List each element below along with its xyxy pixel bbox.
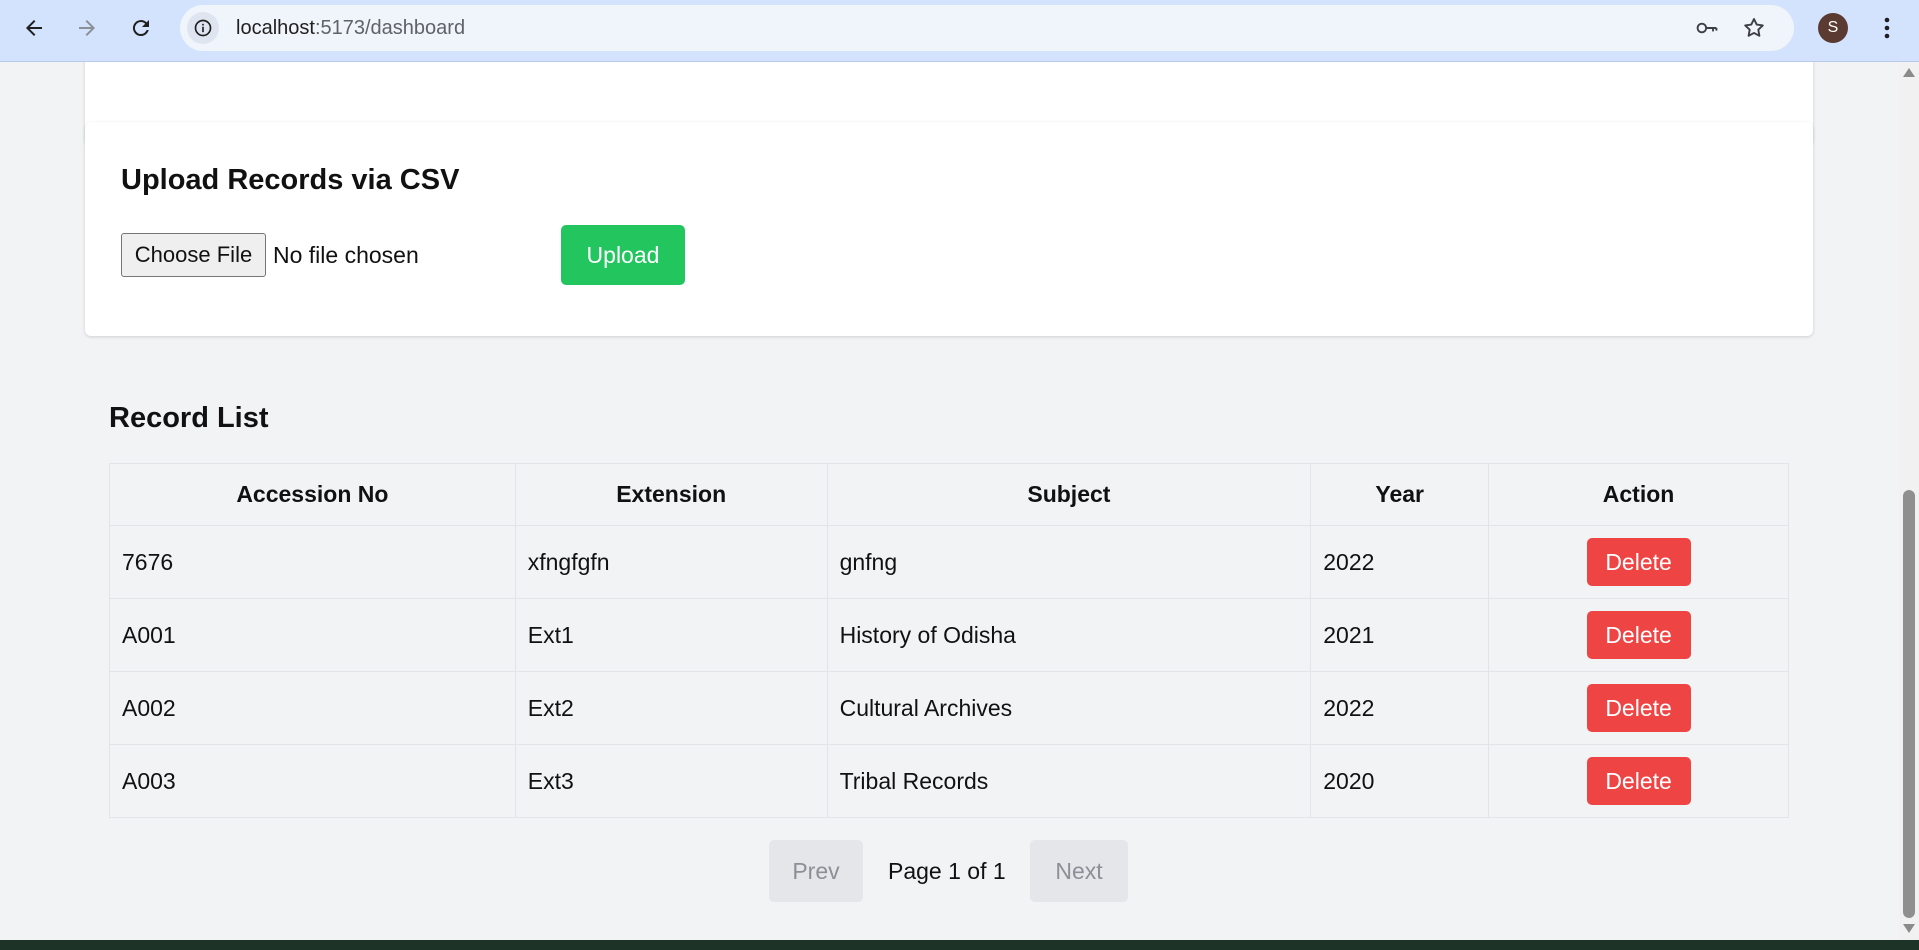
page-viewport: Upload Records via CSV Choose File No fi… bbox=[0, 62, 1899, 940]
column-header-year: Year bbox=[1310, 463, 1490, 526]
key-icon bbox=[1696, 22, 1718, 34]
column-header-accession: Accession No bbox=[109, 463, 516, 526]
table-row: A003 Ext3 Tribal Records 2020 Delete bbox=[109, 744, 1789, 818]
scroll-thumb[interactable] bbox=[1903, 490, 1915, 918]
scroll-up-arrow-icon[interactable] bbox=[1903, 68, 1915, 77]
column-header-subject: Subject bbox=[826, 463, 1312, 526]
cell-year: 2021 bbox=[1310, 598, 1490, 672]
back-button[interactable] bbox=[14, 8, 54, 48]
prev-page-button[interactable]: Prev bbox=[769, 840, 863, 902]
reload-button[interactable] bbox=[121, 8, 161, 48]
table-row: A001 Ext1 History of Odisha 2021 Delete bbox=[109, 598, 1789, 672]
profile-avatar[interactable]: S bbox=[1818, 13, 1848, 43]
cell-extension: Ext2 bbox=[514, 671, 828, 745]
cell-extension: Ext1 bbox=[514, 598, 828, 672]
table-row: 7676 xfngfgfn gnfng 2022 Delete bbox=[109, 525, 1789, 599]
page-info-text: Page 1 of 1 bbox=[888, 858, 1006, 884]
taskbar-edge bbox=[0, 940, 1919, 950]
kebab-menu-icon bbox=[1884, 17, 1890, 39]
column-header-action: Action bbox=[1488, 463, 1789, 526]
url-host: localhost bbox=[236, 17, 315, 39]
upload-title: Upload Records via CSV bbox=[121, 164, 460, 196]
file-status-text: No file chosen bbox=[273, 242, 419, 268]
upload-button[interactable]: Upload bbox=[561, 225, 685, 285]
cell-accession: A003 bbox=[109, 744, 516, 818]
cell-subject: gnfng bbox=[826, 525, 1312, 599]
column-header-extension: Extension bbox=[514, 463, 828, 526]
delete-button[interactable]: Delete bbox=[1586, 538, 1691, 586]
table-header-row: Accession No Extension Subject Year Acti… bbox=[109, 463, 1789, 526]
next-page-button[interactable]: Next bbox=[1030, 840, 1128, 902]
cell-extension: xfngfgfn bbox=[514, 525, 828, 599]
cell-subject: History of Odisha bbox=[826, 598, 1312, 672]
site-info-button[interactable] bbox=[187, 12, 219, 44]
password-key-button[interactable] bbox=[1695, 16, 1719, 40]
choose-file-button[interactable]: Choose File bbox=[121, 233, 266, 277]
arrow-left-icon bbox=[26, 20, 42, 36]
cell-extension: Ext3 bbox=[514, 744, 828, 818]
cell-action: Delete bbox=[1488, 598, 1789, 672]
scroll-down-arrow-icon[interactable] bbox=[1903, 924, 1915, 933]
cell-accession: A002 bbox=[109, 671, 516, 745]
delete-button[interactable]: Delete bbox=[1586, 611, 1691, 659]
bookmark-button[interactable] bbox=[1742, 16, 1766, 40]
browser-toolbar: localhost:5173/dashboard S bbox=[0, 0, 1919, 62]
cell-accession: 7676 bbox=[109, 525, 516, 599]
url-path: :5173/dashboard bbox=[314, 17, 466, 39]
table-row: A002 Ext2 Cultural Archives 2022 Delete bbox=[109, 671, 1789, 745]
delete-button[interactable]: Delete bbox=[1586, 684, 1691, 732]
cell-action: Delete bbox=[1488, 525, 1789, 599]
forward-button[interactable] bbox=[67, 8, 107, 48]
upload-card: Upload Records via CSV Choose File No fi… bbox=[85, 122, 1813, 336]
records-table: Accession No Extension Subject Year Acti… bbox=[109, 463, 1789, 818]
cell-action: Delete bbox=[1488, 671, 1789, 745]
url-text[interactable]: localhost:5173/dashboard bbox=[236, 17, 465, 40]
info-icon bbox=[194, 19, 212, 37]
reload-icon bbox=[132, 20, 149, 37]
cell-year: 2020 bbox=[1310, 744, 1490, 818]
star-icon bbox=[1744, 18, 1764, 37]
cell-accession: A001 bbox=[109, 598, 516, 672]
cell-year: 2022 bbox=[1310, 671, 1490, 745]
delete-button[interactable]: Delete bbox=[1586, 757, 1691, 805]
page-scrollbar[interactable] bbox=[1899, 62, 1919, 940]
arrow-right-icon bbox=[79, 20, 95, 36]
record-list-title: Record List bbox=[109, 402, 269, 434]
cell-year: 2022 bbox=[1310, 525, 1490, 599]
browser-menu-button[interactable] bbox=[1872, 13, 1902, 43]
cell-subject: Cultural Archives bbox=[826, 671, 1312, 745]
cell-action: Delete bbox=[1488, 744, 1789, 818]
address-bar[interactable]: localhost:5173/dashboard bbox=[180, 5, 1794, 51]
cell-subject: Tribal Records bbox=[826, 744, 1312, 818]
